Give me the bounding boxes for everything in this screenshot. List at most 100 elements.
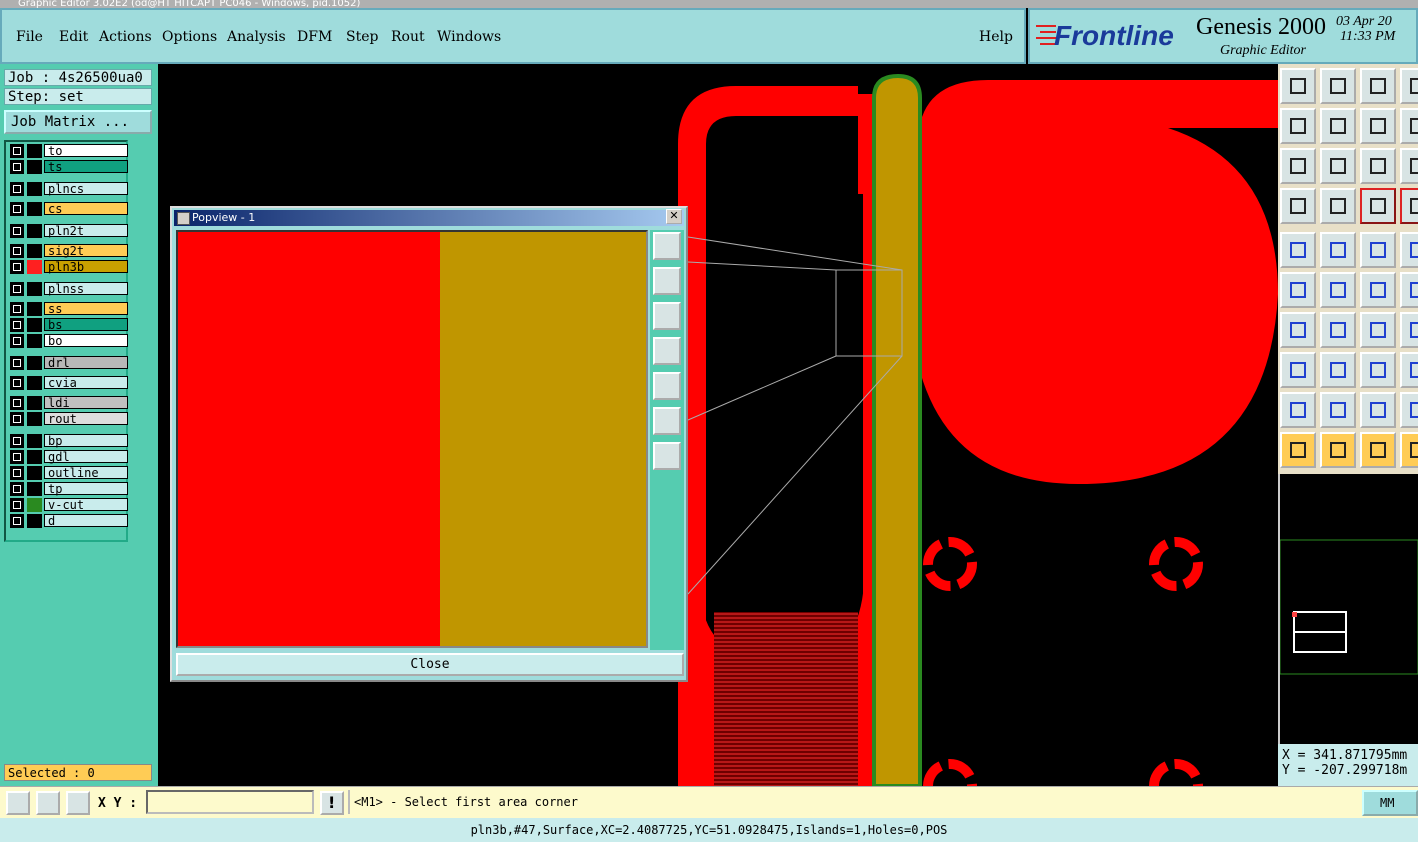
popview-pan-left-button[interactable] xyxy=(653,337,681,365)
layer-row-to[interactable]: to xyxy=(10,144,128,158)
tool-home-down-button[interactable] xyxy=(1320,68,1356,104)
layer-checkbox[interactable] xyxy=(10,160,24,174)
menu-help[interactable]: Help xyxy=(979,29,1013,45)
layer-color-swatch[interactable] xyxy=(27,466,42,480)
tool-triangle-button[interactable] xyxy=(1280,392,1316,428)
tool-scale-button[interactable] xyxy=(1360,148,1396,184)
popview-pan-right-button[interactable] xyxy=(653,372,681,400)
snap-mode-button[interactable] xyxy=(6,791,30,815)
layer-color-swatch[interactable] xyxy=(27,356,42,370)
tool-pan-left-button[interactable] xyxy=(1280,108,1316,144)
layer-name[interactable]: ss xyxy=(44,302,128,315)
layer-name[interactable]: sig2t xyxy=(44,244,128,257)
layer-color-swatch[interactable] xyxy=(27,498,42,512)
layer-color-swatch[interactable] xyxy=(27,244,42,258)
layer-name[interactable]: cs xyxy=(44,202,128,215)
layer-name[interactable]: rout xyxy=(44,412,128,425)
tool-snap-tool-button[interactable] xyxy=(1360,188,1396,224)
layer-color-swatch[interactable] xyxy=(27,160,42,174)
layer-name[interactable]: ts xyxy=(44,160,128,173)
popview-zoom-out-button[interactable] xyxy=(653,442,681,470)
popview-image[interactable] xyxy=(176,230,648,648)
layer-color-swatch[interactable] xyxy=(27,202,42,216)
tool-fit-button[interactable] xyxy=(1280,148,1316,184)
layer-color-swatch[interactable] xyxy=(27,434,42,448)
tool-window-button[interactable] xyxy=(1400,68,1418,104)
selected-trace[interactable] xyxy=(872,73,922,786)
tool-net-tool-button[interactable] xyxy=(1400,188,1418,224)
layer-checkbox[interactable] xyxy=(10,514,24,528)
tool-rotate-button[interactable] xyxy=(1360,312,1396,348)
tool-pan-right-button[interactable] xyxy=(1320,108,1356,144)
popview-close-button[interactable]: Close xyxy=(176,653,684,676)
layer-name[interactable]: to xyxy=(44,144,128,157)
layer-color-swatch[interactable] xyxy=(27,482,42,496)
layer-checkbox[interactable] xyxy=(10,356,24,370)
layer-color-swatch[interactable] xyxy=(27,412,42,426)
layer-name[interactable]: outline xyxy=(44,466,128,479)
layer-checkbox[interactable] xyxy=(10,244,24,258)
tool-angle-button[interactable] xyxy=(1280,312,1316,348)
tool-connect-button[interactable] xyxy=(1280,272,1316,308)
tool-pointer-circle-button[interactable] xyxy=(1360,432,1396,468)
tool-circle-button[interactable] xyxy=(1400,232,1418,268)
menu-step[interactable]: Step xyxy=(346,29,378,45)
tool-line-button[interactable] xyxy=(1320,232,1356,268)
layer-checkbox[interactable] xyxy=(10,482,24,496)
popview-title-bar[interactable]: Popview - 1 xyxy=(174,210,684,226)
layer-name[interactable]: bs xyxy=(44,318,128,331)
popview-zoom-area-button[interactable] xyxy=(653,232,681,260)
menu-file[interactable]: File xyxy=(16,29,43,45)
tool-pad-button[interactable] xyxy=(1280,232,1316,268)
layer-checkbox[interactable] xyxy=(10,224,24,238)
layer-name[interactable]: gdl xyxy=(44,450,128,463)
layer-row-sig2t[interactable]: sig2t xyxy=(10,244,128,258)
tool-frame-button[interactable] xyxy=(1400,148,1418,184)
layer-color-swatch[interactable] xyxy=(27,302,42,316)
tool-cross-button[interactable] xyxy=(1320,272,1356,308)
layer-color-swatch[interactable] xyxy=(27,396,42,410)
layer-row-cvia[interactable]: cvia xyxy=(10,376,128,390)
layer-checkbox[interactable] xyxy=(10,260,24,274)
popview-close-x-icon[interactable]: ✕ xyxy=(666,209,682,224)
tool-center-button[interactable] xyxy=(1320,148,1356,184)
layer-name[interactable]: tp xyxy=(44,482,128,495)
layer-checkbox[interactable] xyxy=(10,302,24,316)
tool-frame2-button[interactable] xyxy=(1400,312,1418,348)
layer-checkbox[interactable] xyxy=(10,434,24,448)
tool-pad-move-button[interactable] xyxy=(1280,352,1316,388)
layer-row-bs[interactable]: bs xyxy=(10,318,128,332)
tool-home-button[interactable] xyxy=(1360,68,1396,104)
layer-name[interactable]: bp xyxy=(44,434,128,447)
layer-checkbox[interactable] xyxy=(10,182,24,196)
tool-arch-button[interactable] xyxy=(1360,392,1396,428)
layer-checkbox[interactable] xyxy=(10,466,24,480)
tool-arch2-button[interactable] xyxy=(1400,392,1418,428)
popview-pan-down-button[interactable] xyxy=(653,302,681,330)
tool-point-button[interactable] xyxy=(1400,272,1418,308)
alert-button[interactable]: ! xyxy=(320,791,344,815)
menu-rout[interactable]: Rout xyxy=(391,29,425,45)
layer-row-tp[interactable]: tp xyxy=(10,482,128,496)
layer-row-rout[interactable]: rout xyxy=(10,412,128,426)
tool-home-up-button[interactable] xyxy=(1280,68,1316,104)
layer-checkbox[interactable] xyxy=(10,202,24,216)
layer-name[interactable]: d xyxy=(44,514,128,527)
layer-color-swatch[interactable] xyxy=(27,144,42,158)
layer-color-swatch[interactable] xyxy=(27,376,42,390)
layer-color-swatch[interactable] xyxy=(27,282,42,296)
tool-ruler-button[interactable] xyxy=(1360,232,1396,268)
menu-analysis[interactable]: Analysis xyxy=(227,29,286,45)
xy-input[interactable] xyxy=(146,790,314,814)
layer-name[interactable]: plncs xyxy=(44,182,128,195)
layer-row-bo[interactable]: bo xyxy=(10,334,128,348)
tool-slash-button[interactable] xyxy=(1320,312,1356,348)
layer-name[interactable]: v-cut xyxy=(44,498,128,511)
layer-color-swatch[interactable] xyxy=(27,514,42,528)
layer-checkbox[interactable] xyxy=(10,334,24,348)
minimap[interactable] xyxy=(1278,474,1418,744)
layer-row-bp[interactable]: bp xyxy=(10,434,128,448)
layer-row-ts[interactable]: ts xyxy=(10,160,128,174)
tool-pointer-box-button[interactable] xyxy=(1320,432,1356,468)
layer-color-swatch[interactable] xyxy=(27,182,42,196)
